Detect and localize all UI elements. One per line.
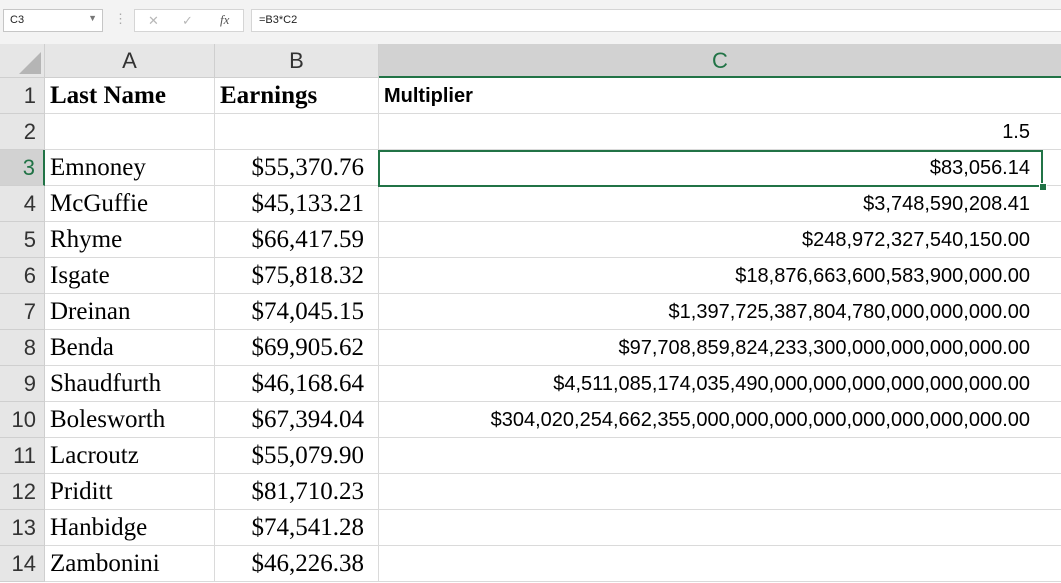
drag-handle-icon[interactable]: ⋮ — [114, 11, 127, 27]
row-header[interactable]: 13 — [0, 510, 45, 546]
row-header[interactable]: 5 — [0, 222, 45, 258]
cell[interactable]: Shaudfurth — [45, 366, 215, 402]
row-header[interactable]: 11 — [0, 438, 45, 474]
cell[interactable]: $46,168.64 — [215, 366, 379, 402]
header-cell[interactable]: Last Name — [45, 78, 215, 114]
cell[interactable]: $81,710.23 — [215, 474, 379, 510]
cell[interactable]: $304,020,254,662,355,000,000,000,000,000… — [379, 402, 1061, 438]
enter-icon[interactable]: ✓ — [182, 13, 193, 29]
column-header-c[interactable]: C — [379, 44, 1061, 78]
row-header[interactable]: 14 — [0, 546, 45, 582]
spreadsheet-grid: A B C 1 Last Name Earnings Multiplier 2 1.5 3 E… — [0, 44, 1061, 583]
fill-handle[interactable] — [1039, 183, 1047, 191]
cell[interactable]: $74,541.28 — [215, 510, 379, 546]
cell[interactable]: Bolesworth — [45, 402, 215, 438]
cell[interactable]: $55,079.90 — [215, 438, 379, 474]
cell[interactable]: Lacroutz — [45, 438, 215, 474]
cell[interactable]: Zambonini — [45, 546, 215, 582]
cell[interactable]: $248,972,327,540,150.00 — [379, 222, 1061, 258]
name-box[interactable]: C3 ▼ — [3, 9, 103, 32]
chevron-down-icon[interactable]: ▼ — [88, 13, 97, 23]
row-header[interactable]: 3 — [0, 150, 45, 186]
cell[interactable]: $45,133.21 — [215, 186, 379, 222]
cell[interactable]: $18,876,663,600,583,900,000.00 — [379, 258, 1061, 294]
active-cell-border — [378, 150, 1043, 187]
cell[interactable] — [379, 510, 1061, 546]
row-header[interactable]: 4 — [0, 186, 45, 222]
select-all-button[interactable] — [0, 44, 45, 78]
cell[interactable]: $69,905.62 — [215, 330, 379, 366]
column-header-a[interactable]: A — [45, 44, 215, 78]
row-header[interactable]: 7 — [0, 294, 45, 330]
cell[interactable] — [215, 114, 379, 150]
cell[interactable] — [379, 438, 1061, 474]
cell[interactable]: $66,417.59 — [215, 222, 379, 258]
cell[interactable]: 1.5 — [379, 114, 1061, 150]
cell[interactable]: McGuffie — [45, 186, 215, 222]
row-header[interactable]: 10 — [0, 402, 45, 438]
cell[interactable]: Rhyme — [45, 222, 215, 258]
cell[interactable]: Isgate — [45, 258, 215, 294]
row-header[interactable]: 1 — [0, 78, 45, 114]
cancel-icon[interactable]: ✕ — [148, 13, 159, 29]
column-header-b[interactable]: B — [215, 44, 379, 78]
cell[interactable]: Emnoney — [45, 150, 215, 186]
name-box-value: C3 — [10, 14, 25, 26]
cell[interactable] — [379, 546, 1061, 582]
row-header[interactable]: 6 — [0, 258, 45, 294]
formula-bar: C3 ▼ ⋮ ✕ ✓ fx =B3*C2 — [0, 0, 1061, 44]
cell[interactable]: $3,748,590,208.41 — [379, 186, 1061, 222]
cell[interactable]: $67,394.04 — [215, 402, 379, 438]
insert-function-icon[interactable]: fx — [220, 12, 229, 28]
formula-buttons: ✕ ✓ fx — [134, 9, 244, 32]
cell[interactable]: $55,370.76 — [215, 150, 379, 186]
header-cell[interactable]: Earnings — [215, 78, 379, 114]
cell[interactable]: $75,818.32 — [215, 258, 379, 294]
cell[interactable] — [379, 474, 1061, 510]
select-all-triangle-icon — [19, 52, 41, 74]
cell[interactable]: $46,226.38 — [215, 546, 379, 582]
row-header[interactable]: 12 — [0, 474, 45, 510]
cell[interactable]: $1,397,725,387,804,780,000,000,000.00 — [379, 294, 1061, 330]
cell[interactable]: $97,708,859,824,233,300,000,000,000,000.… — [379, 330, 1061, 366]
cell[interactable] — [45, 114, 215, 150]
row-header[interactable]: 9 — [0, 366, 45, 402]
cell[interactable]: Dreinan — [45, 294, 215, 330]
header-cell[interactable]: Multiplier — [379, 78, 1061, 114]
cell[interactable]: Priditt — [45, 474, 215, 510]
cell[interactable]: $4,511,085,174,035,490,000,000,000,000,0… — [379, 366, 1061, 402]
row-header[interactable]: 8 — [0, 330, 45, 366]
cell[interactable]: Hanbidge — [45, 510, 215, 546]
row-header[interactable]: 2 — [0, 114, 45, 150]
formula-text: =B3*C2 — [259, 14, 298, 26]
formula-input[interactable]: =B3*C2 — [251, 9, 1061, 32]
cell[interactable]: Benda — [45, 330, 215, 366]
cell[interactable]: $74,045.15 — [215, 294, 379, 330]
